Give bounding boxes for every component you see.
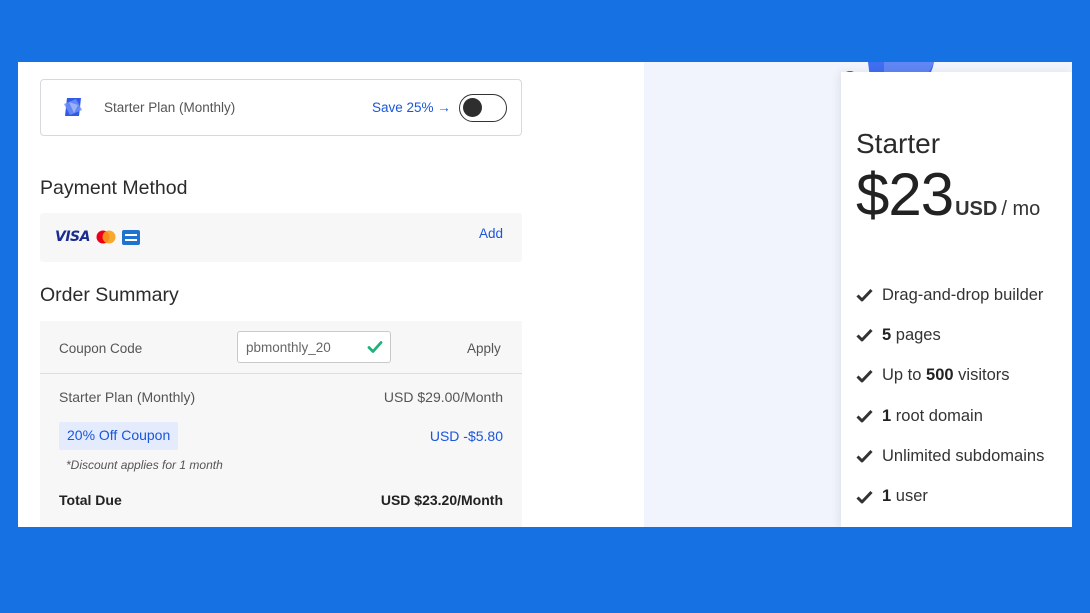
- plan-line-label: Starter Plan (Monthly): [59, 389, 196, 405]
- order-summary-box: Coupon Code pbmonthly_20 Apply Starter P…: [40, 321, 522, 527]
- feature-text: 1 user: [882, 487, 928, 506]
- price: $23 USD / mo: [856, 160, 1040, 229]
- payment-method-title: Payment Method: [40, 177, 188, 199]
- coupon-row: Coupon Code pbmonthly_20 Apply: [40, 321, 522, 374]
- tier-name: Starter: [856, 128, 941, 159]
- card-brand-icons: VISA: [55, 229, 140, 245]
- plan-name: Starter Plan (Monthly): [104, 100, 236, 115]
- pricing-card: Starter $23 USD / mo Drag-and-drop build…: [841, 72, 1072, 527]
- billing-toggle[interactable]: [459, 94, 507, 122]
- checkmark-icon: [856, 409, 873, 423]
- coupon-code-value: pbmonthly_20: [246, 340, 331, 355]
- payment-method-box: VISA Add: [40, 213, 522, 262]
- mastercard-icon: [96, 230, 116, 244]
- price-amount: $23: [856, 161, 954, 228]
- visa-icon: VISA: [55, 229, 90, 245]
- checkmark-icon: [856, 450, 873, 463]
- amex-icon: [121, 229, 140, 245]
- feature-text: Unlimited subdomains: [882, 446, 1045, 465]
- feature-item: Drag-and-drop builder: [856, 275, 1044, 315]
- price-period: / mo: [1001, 198, 1041, 220]
- order-summary-title: Order Summary: [40, 284, 179, 306]
- coupon-code-input[interactable]: pbmonthly_20: [237, 331, 391, 363]
- discount-value: USD -$5.80: [429, 428, 503, 444]
- checkmark-icon: [856, 289, 873, 302]
- save-25-link[interactable]: Save 25% →: [372, 100, 451, 115]
- feature-text: 5 pages: [882, 325, 941, 344]
- coupon-code-label: Coupon Code: [59, 341, 143, 356]
- checkout-panel: Starter Plan (Monthly) Save 25% → Paymen…: [18, 62, 644, 527]
- feature-text: Drag-and-drop builder: [882, 285, 1044, 304]
- checkmark-icon: [856, 329, 873, 342]
- screenshot-frame: Starter Plan (Monthly) Save 25% → Paymen…: [18, 62, 1072, 527]
- checkmark-icon: [856, 490, 873, 504]
- add-payment-link[interactable]: Add: [479, 226, 503, 241]
- feature-text: 1 root domain: [882, 406, 983, 425]
- feature-item: Unlimited subdomains: [856, 436, 1044, 476]
- plan-logo-icon: [64, 98, 82, 116]
- feature-item: 1 user: [856, 476, 1044, 516]
- feature-text: Up to 500 visitors: [882, 366, 1010, 385]
- plan-selector: Starter Plan (Monthly) Save 25% →: [40, 79, 522, 136]
- plan-line-value: USD $29.00/Month: [383, 389, 503, 405]
- discount-note: *Discount applies for 1 month: [66, 458, 223, 472]
- price-currency: USD: [955, 198, 998, 220]
- apply-coupon-button[interactable]: Apply: [467, 341, 501, 356]
- check-icon: [367, 341, 383, 353]
- feature-item: Up to 500 visitors: [856, 356, 1044, 396]
- feature-item: 5 pages: [856, 315, 1044, 355]
- checkmark-icon: [856, 369, 873, 383]
- total-due-label: Total Due: [59, 492, 122, 508]
- feature-list: Drag-and-drop builder 5 pages Up to 500 …: [856, 275, 1044, 517]
- toggle-knob: [463, 98, 482, 117]
- total-due-value: USD $23.20/Month: [380, 492, 503, 508]
- feature-item: 1 root domain: [856, 396, 1044, 436]
- coupon-badge: 20% Off Coupon: [59, 422, 179, 450]
